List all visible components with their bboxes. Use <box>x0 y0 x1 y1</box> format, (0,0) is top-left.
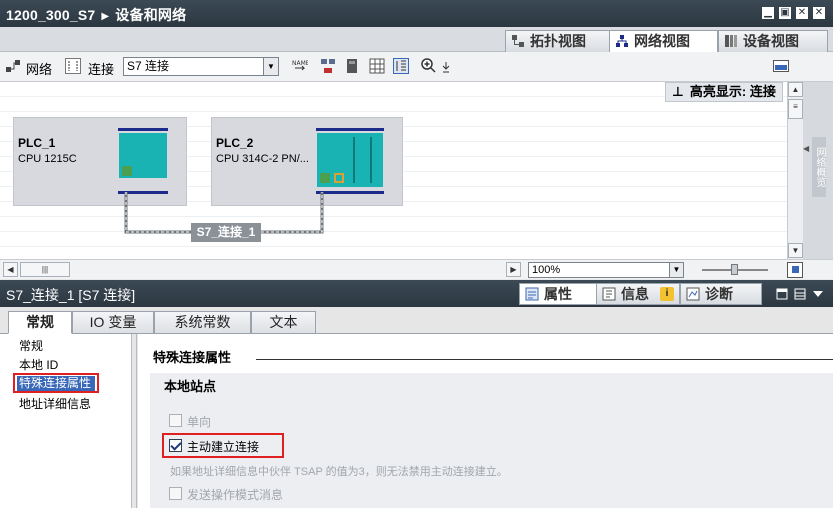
network-overview-label[interactable]: 网络概览 <box>812 137 826 197</box>
tab-device-view[interactable]: 设备视图 <box>718 30 828 52</box>
table-view-icon[interactable] <box>393 58 409 74</box>
device-tool-icon[interactable] <box>345 58 361 74</box>
collapse-arrow-icon[interactable]: ◀ <box>803 144 811 153</box>
scroll-up-icon[interactable]: ▲ <box>788 82 803 97</box>
collapse-down-icon[interactable] <box>812 290 824 298</box>
overview-navigate-icon[interactable] <box>787 262 803 278</box>
active-connection-label: 主动建立连接 <box>187 440 260 454</box>
tab-topology-view[interactable]: 拓扑视图 <box>505 30 618 52</box>
scroll-left-icon[interactable]: ◀ <box>3 262 18 277</box>
rename-icon[interactable]: NAME <box>292 58 308 74</box>
tab-label: 诊断 <box>705 286 733 302</box>
panel-splitter[interactable] <box>132 334 137 508</box>
active-connection-checkbox[interactable] <box>169 439 182 452</box>
properties-icon <box>525 287 539 301</box>
network-tool-icon[interactable] <box>320 58 336 74</box>
breadcrumb: 1200_300_S7 ▶ 设备和网络 <box>6 5 186 25</box>
topology-view-icon <box>512 35 524 47</box>
section-title: 特殊连接属性 <box>153 350 232 365</box>
property-navigation: 常规 本地 ID 特殊连接属性 地址详细信息 <box>0 334 132 508</box>
scroll-down-icon[interactable]: ▼ <box>788 243 803 258</box>
zoom-select[interactable]: 100% ▼ <box>528 262 684 278</box>
info-icon <box>602 287 616 301</box>
tab-label: 网络视图 <box>634 33 690 49</box>
send-mode-message-checkbox[interactable] <box>169 487 182 500</box>
panel-layout-icon[interactable] <box>773 58 789 74</box>
connection-type-value: S7 连接 <box>127 59 170 73</box>
scroll-thumb[interactable]: ≡ <box>788 99 803 119</box>
connection-mode-icon[interactable] <box>65 58 81 74</box>
tab-network-view[interactable]: 网络视图 <box>609 30 718 53</box>
canvas-status-bar: ◀ ||| ▶ 100% ▼ <box>0 259 833 279</box>
one-way-checkbox[interactable] <box>169 414 182 427</box>
horizontal-scroll-thumb[interactable]: ||| <box>20 262 70 277</box>
subsection-title: 本地站点 <box>164 379 217 394</box>
svg-text:NAME: NAME <box>292 60 308 67</box>
title-bar: 1200_300_S7 ▶ 设备和网络 ▁ ▣ ✕ ✕ <box>0 0 833 27</box>
chevron-down-icon[interactable]: ▼ <box>669 263 683 277</box>
send-mode-message-label: 发送操作模式消息 <box>187 488 284 502</box>
tsap-note: 如果地址详细信息中伙伴 TSAP 的值为3，则无法禁用主动连接建立。 <box>170 466 508 478</box>
network-mode-button[interactable]: 网络 <box>26 59 52 78</box>
download-arrow-icon[interactable] <box>438 58 454 74</box>
restore-button[interactable]: ▣ <box>779 7 791 19</box>
connection-mode-button[interactable]: 连接 <box>88 59 114 78</box>
connection-line[interactable] <box>0 82 787 259</box>
tab-label: 属性 <box>544 286 572 302</box>
device-view-icon <box>725 35 737 47</box>
nav-item-general[interactable]: 常规 <box>19 337 43 354</box>
inspector-header: S7_连接_1 [S7 连接] 属性 信息 i 诊断 <box>0 280 833 307</box>
inspector-title: S7_连接_1 [S7 连接] <box>6 287 136 303</box>
section-name: 设备和网络 <box>115 7 187 23</box>
zoom-slider-handle[interactable] <box>731 264 738 275</box>
network-overview-strip[interactable]: ◀ 网络概览 <box>803 82 833 259</box>
tab-system-constants[interactable]: 系统常数 <box>154 311 251 334</box>
tab-info[interactable]: 信息 i <box>596 283 680 305</box>
tab-properties[interactable]: 属性 <box>519 283 597 305</box>
network-toolbar: 网络 连接 S7 连接 ▼ NAME <box>0 52 833 82</box>
view-tabs: 拓扑视图 网络视图 设备视图 <box>0 27 833 53</box>
zoom-in-icon[interactable] <box>421 58 437 74</box>
window-close-icon[interactable]: ✕ <box>813 7 825 19</box>
section-divider <box>256 359 833 360</box>
connection-label[interactable]: S7_连接_1 <box>191 223 261 242</box>
scroll-right-icon[interactable]: ▶ <box>506 262 521 277</box>
chevron-down-icon[interactable]: ▼ <box>263 58 278 75</box>
connection-type-select[interactable]: S7 连接 ▼ <box>123 57 279 76</box>
nav-item-address-details[interactable]: 地址详细信息 <box>19 395 91 412</box>
nav-item-special-connection-properties[interactable]: 特殊连接属性 <box>13 373 99 393</box>
network-view-icon <box>616 35 628 47</box>
minimize-button[interactable]: ▁ <box>762 7 774 19</box>
tab-texts[interactable]: 文本 <box>251 311 316 334</box>
diagnostics-icon <box>686 287 700 301</box>
property-tabs: 常规 IO 变量 系统常数 文本 <box>0 307 833 334</box>
tab-label: 信息 <box>621 286 649 302</box>
tab-diagnostics[interactable]: 诊断 <box>680 283 762 305</box>
tab-label: 拓扑视图 <box>530 33 586 49</box>
network-mode-icon[interactable] <box>5 58 21 74</box>
grid-icon[interactable] <box>369 58 385 74</box>
breadcrumb-separator-icon: ▶ <box>101 11 110 22</box>
project-name: 1200_300_S7 <box>6 7 96 23</box>
property-content: 特殊连接属性 本地站点 单向 主动建立连接 如果地址详细信息中伙伴 TSAP 的… <box>138 334 833 508</box>
vertical-scrollbar[interactable]: ▲ ≡ ▼ <box>787 82 803 259</box>
tab-io-tags[interactable]: IO 变量 <box>72 311 154 334</box>
nav-item-label: 特殊连接属性 <box>17 376 95 391</box>
close-button[interactable]: ✕ <box>796 7 808 19</box>
info-badge-icon: i <box>660 287 674 301</box>
local-station-panel: 本地站点 单向 主动建立连接 如果地址详细信息中伙伴 TSAP 的值为3，则无法… <box>150 373 833 508</box>
zoom-value: 100% <box>532 264 561 276</box>
nav-item-local-id[interactable]: 本地 ID <box>19 356 58 373</box>
network-canvas[interactable]: ⊥ 高亮显示: 连接 PLC_1 CPU 1215C PLC_2 CPU 314C… <box>0 82 787 259</box>
tab-general[interactable]: 常规 <box>8 311 72 334</box>
panel-layout-icon[interactable] <box>794 288 806 300</box>
float-panel-icon[interactable] <box>776 288 788 300</box>
tab-label: 设备视图 <box>743 33 799 49</box>
one-way-label: 单向 <box>187 415 212 429</box>
